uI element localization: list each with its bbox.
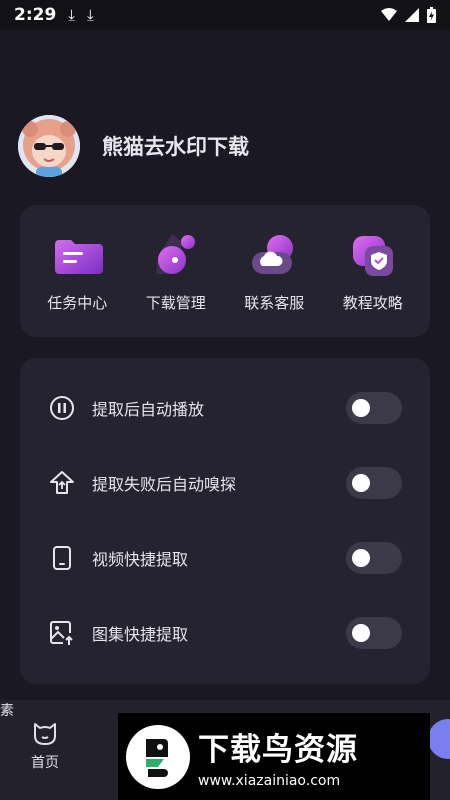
quick-action-label: 任务中心	[47, 293, 108, 312]
tutorial-icon	[352, 235, 393, 276]
auto-sniff-icon	[50, 470, 74, 494]
quick-action-label: 下载管理	[145, 293, 206, 312]
auto-play-icon	[50, 395, 74, 420]
toggle-knob	[352, 473, 370, 492]
wifi-icon	[381, 8, 397, 21]
quick-action-tutorial[interactable]: 教程攻略	[328, 230, 418, 313]
watermark-banner: 下载鸟资源 www.xiazainiao.com	[118, 713, 430, 800]
nav-home-label: 首页	[31, 755, 59, 771]
quick-action-customer-service[interactable]: 联系客服	[229, 230, 319, 313]
setting-label: 图集快捷提取	[92, 624, 189, 644]
image-quick-icon	[50, 620, 73, 645]
auto-play-toggle[interactable]	[346, 391, 402, 424]
download-icon: ⤓	[86, 6, 94, 24]
setting-label: 视频快捷提取	[92, 549, 189, 569]
image-quick-toggle[interactable]	[346, 616, 402, 649]
toggle-knob	[352, 548, 370, 567]
avatar[interactable]	[18, 115, 80, 177]
watermark-title: 下载鸟资源	[198, 732, 358, 768]
quick-action-label: 教程攻略	[342, 293, 403, 312]
status-time: 2:29	[14, 5, 57, 25]
signal-icon	[405, 8, 419, 22]
username: 熊猫去水印下载	[102, 135, 249, 159]
video-quick-icon	[53, 545, 71, 570]
task-center-icon	[55, 239, 104, 274]
quick-actions-card: 任务中心 下载管理 联系客服 教程攻略	[20, 205, 430, 337]
setting-row-auto-play: 提取后自动播放	[48, 370, 402, 445]
watermark-logo	[126, 724, 190, 789]
quick-action-download-manage[interactable]: 下载管理	[131, 230, 221, 313]
toggle-knob	[352, 623, 370, 642]
setting-row-image-quick: 图集快捷提取	[48, 595, 402, 670]
setting-row-video-quick: 视频快捷提取	[48, 520, 402, 595]
video-quick-toggle[interactable]	[346, 541, 402, 574]
download-manage-icon	[155, 233, 195, 274]
customer-service-icon	[252, 234, 294, 274]
profile-section[interactable]: 熊猫去水印下载	[18, 115, 249, 177]
auto-sniff-toggle[interactable]	[346, 466, 402, 499]
quick-action-label: 联系客服	[244, 293, 305, 312]
toggle-knob	[352, 398, 370, 417]
nav-home[interactable]: 首页	[22, 720, 68, 772]
setting-label: 提取失败后自动嗅探	[92, 474, 237, 494]
quick-action-task-center[interactable]: 任务中心	[32, 230, 122, 313]
setting-label: 提取后自动播放	[92, 399, 205, 419]
nav-second-label[interactable]: 素	[0, 703, 14, 719]
status-bar: 2:29 ⤓ ⤓	[0, 0, 450, 30]
bird-logo-icon	[127, 725, 189, 788]
watermark-url: www.xiazainiao.com	[198, 773, 341, 789]
download-icon: ⤓	[68, 6, 75, 24]
battery-icon	[427, 7, 436, 23]
home-icon	[34, 723, 56, 745]
setting-row-auto-sniff: 提取失败后自动嗅探	[48, 445, 402, 520]
settings-card: 提取后自动播放 提取失败后自动嗅探 视频快捷提取 图集快捷提取	[20, 358, 430, 684]
avatar-image	[18, 115, 80, 177]
